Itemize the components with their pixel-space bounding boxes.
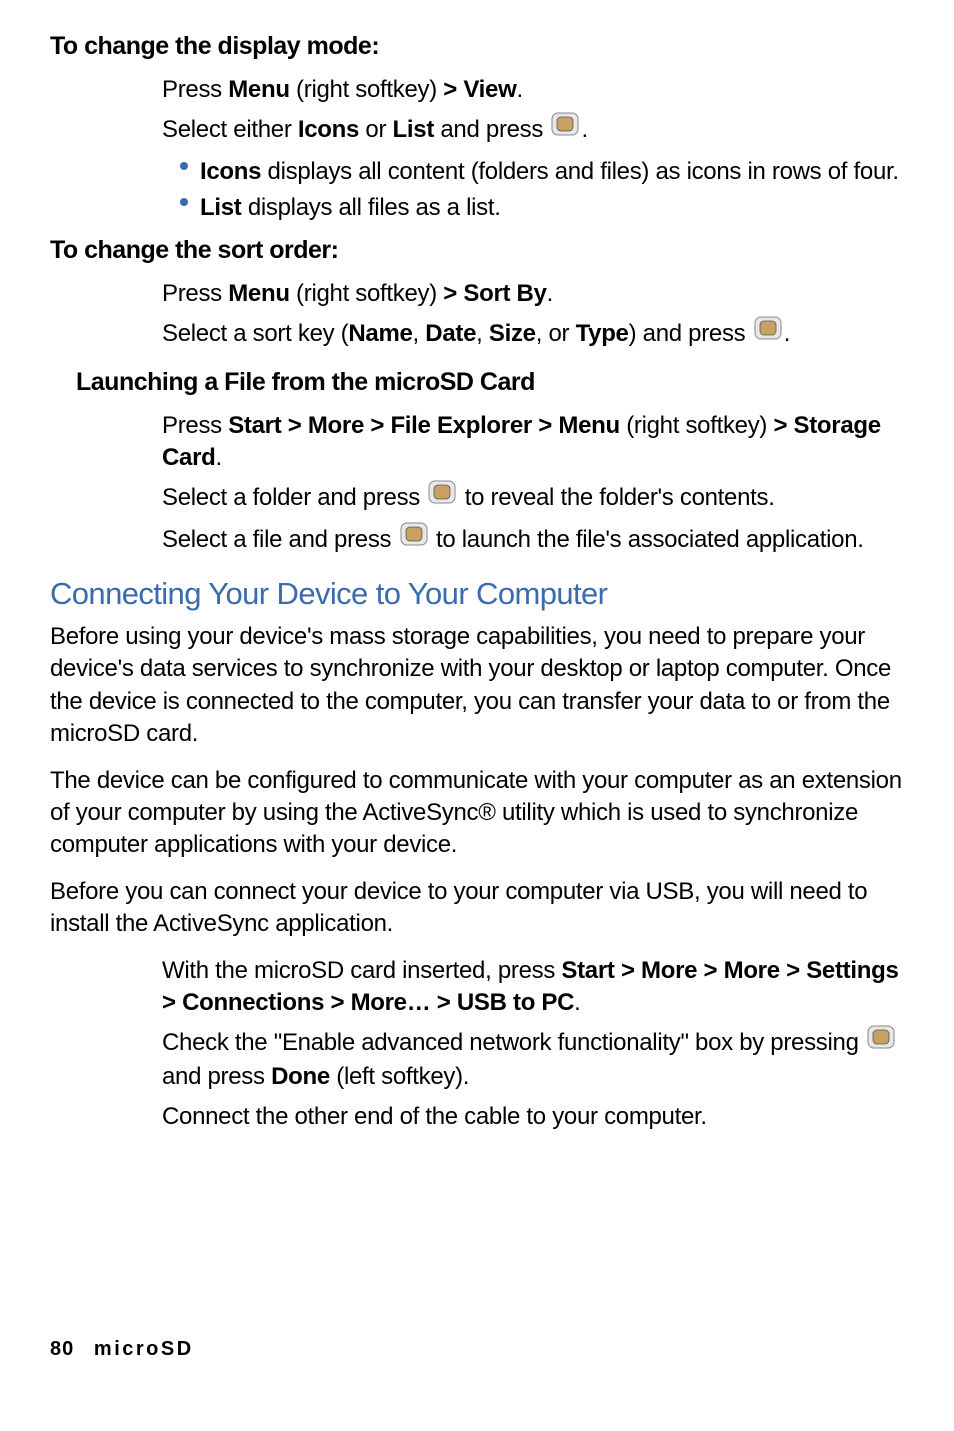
text: displays all content (folders and files)… — [261, 158, 899, 185]
text: (left softkey). — [330, 1063, 469, 1090]
bold-text: List — [200, 194, 241, 221]
text: to launch the file's associated applicat… — [430, 526, 864, 553]
text: Select a folder and press — [162, 484, 426, 511]
text: , or — [536, 321, 576, 348]
step-press-menu-sortby: Press Menu (right softkey) > Sort By. — [162, 278, 904, 310]
bold-text: Icons — [200, 158, 261, 185]
text: Check the "Enable advanced network funct… — [162, 1029, 865, 1056]
bullet-list-view-options: Icons displays all content (folders and … — [180, 156, 904, 225]
bullet-dot-icon — [180, 162, 188, 170]
text: Press — [162, 76, 228, 103]
text: . — [574, 989, 580, 1016]
text: . — [547, 280, 553, 307]
ok-button-icon — [867, 1025, 895, 1058]
text: and press — [434, 116, 549, 143]
bullet-text: List displays all files as a list. — [200, 192, 501, 224]
text: Select a file and press — [162, 526, 398, 553]
text: ) and press — [629, 321, 752, 348]
heading-connecting-device: Connecting Your Device to Your Computer — [50, 573, 904, 615]
ok-button-icon — [400, 522, 428, 555]
paragraph-install-activesync: Before you can connect your device to yo… — [50, 876, 904, 941]
page-footer: 80 microSD — [50, 1338, 194, 1361]
text: or — [359, 116, 392, 143]
step-select-folder: Select a folder and press to reveal the … — [162, 482, 904, 515]
text: . — [516, 76, 522, 103]
heading-change-display-mode: To change the display mode: — [50, 30, 904, 64]
bold-text: > Sort By — [443, 280, 546, 307]
bold-text: Menu — [228, 76, 289, 103]
heading-change-sort-order: To change the sort order: — [50, 234, 904, 268]
text: . — [581, 116, 587, 143]
ok-button-icon — [551, 112, 579, 145]
step-select-file: Select a file and press to launch the fi… — [162, 524, 904, 557]
bold-text: Done — [271, 1063, 330, 1090]
bold-text: Name — [348, 321, 412, 348]
text: . — [784, 321, 790, 348]
paragraph-activesync: The device can be configured to communic… — [50, 765, 904, 862]
bullet-icons: Icons displays all content (folders and … — [180, 156, 904, 188]
page-content: To change the display mode: Press Menu (… — [0, 0, 954, 1133]
text: Select a sort key ( — [162, 321, 348, 348]
footer-section-title: microSD — [94, 1338, 194, 1360]
bullet-text: Icons displays all content (folders and … — [200, 156, 899, 188]
step-press-menu-view: Press Menu (right softkey) > View. — [162, 74, 904, 106]
bold-text: Size — [489, 321, 536, 348]
step-enable-advanced-network: Check the "Enable advanced network funct… — [162, 1027, 904, 1093]
text: and press — [162, 1063, 271, 1090]
ok-button-icon — [428, 480, 456, 513]
step-select-icons-or-list: Select either Icons or List and press . — [162, 114, 904, 147]
text: , — [476, 321, 489, 348]
step-usb-to-pc: With the microSD card inserted, press St… — [162, 955, 904, 1020]
text: Press — [162, 412, 228, 439]
paragraph-mass-storage: Before using your device's mass storage … — [50, 621, 904, 751]
bold-text: > View — [443, 76, 516, 103]
text: Select either — [162, 116, 298, 143]
bold-text: Icons — [298, 116, 359, 143]
bold-text: Menu — [228, 280, 289, 307]
step-press-start-file-explorer: Press Start > More > File Explorer > Men… — [162, 410, 904, 475]
text: , — [413, 321, 426, 348]
bullet-dot-icon — [180, 198, 188, 206]
heading-launching-file: Launching a File from the microSD Card — [76, 366, 904, 400]
page-number: 80 — [50, 1338, 74, 1360]
text: (right softkey) — [290, 280, 444, 307]
text: (right softkey) — [290, 76, 444, 103]
text: to reveal the folder's contents. — [458, 484, 774, 511]
step-select-sort-key: Select a sort key (Name, Date, Size, or … — [162, 318, 904, 351]
bold-text: Type — [576, 321, 629, 348]
text: displays all files as a list. — [241, 194, 500, 221]
ok-button-icon — [754, 316, 782, 349]
bold-text: Date — [425, 321, 476, 348]
text: Press — [162, 280, 228, 307]
text: . — [215, 444, 221, 471]
step-connect-cable: Connect the other end of the cable to yo… — [162, 1101, 904, 1133]
bullet-list-option: List displays all files as a list. — [180, 192, 904, 224]
bold-text: List — [393, 116, 434, 143]
text: With the microSD card inserted, press — [162, 957, 561, 984]
bold-text: Start > More > File Explorer > Menu — [228, 412, 620, 439]
text: (right softkey) — [620, 412, 774, 439]
